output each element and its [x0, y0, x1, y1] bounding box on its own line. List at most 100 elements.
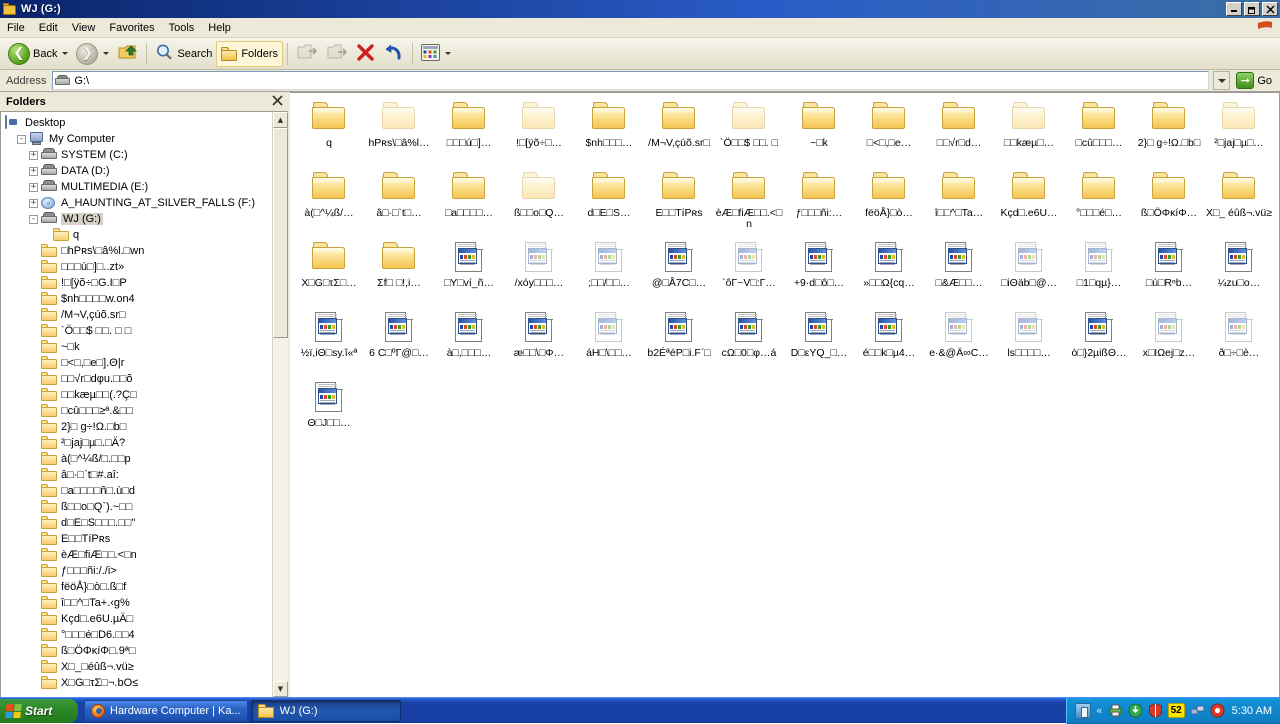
tree-item[interactable]: + DATA (D:) [5, 163, 272, 179]
record-icon[interactable] [1210, 703, 1225, 718]
folder-item[interactable]: °□□□é□… [1064, 167, 1134, 237]
forward-button[interactable]: ❯ [72, 41, 113, 67]
folder-item[interactable]: ²□jaj□µ□… [1204, 97, 1274, 167]
tree-item[interactable]: Kçd□.e6U.µÄ□ [5, 611, 272, 627]
file-item[interactable]: @□Å7C□… [644, 237, 714, 307]
network-icon[interactable] [1190, 703, 1205, 718]
file-item[interactable]: e·&@Ä∞C… [924, 307, 994, 377]
tree-expander[interactable]: - [17, 134, 26, 144]
folder-item[interactable]: E□□TíPʀs [644, 167, 714, 237]
tree-item[interactable]: + MULTIMEDIA (E:) [5, 179, 272, 195]
folder-item[interactable]: à(□^¼ß/… [294, 167, 364, 237]
folder-item[interactable]: 2}□ g÷!Ω.□b□ [1134, 97, 1204, 167]
tree-expander[interactable]: + [29, 198, 38, 208]
views-dropdown-icon[interactable] [445, 52, 452, 55]
menu-item-favorites[interactable]: Favorites [102, 20, 161, 36]
folder-item[interactable]: ˋÖ□□$ □□. □ [714, 97, 784, 167]
security-shield-icon[interactable] [1148, 703, 1163, 718]
file-item[interactable]: ;□□/□□… [574, 237, 644, 307]
menu-item-file[interactable]: File [0, 20, 32, 36]
menu-item-help[interactable]: Help [201, 20, 238, 36]
folder-tree-scrollbar[interactable]: ▲ ▼ [272, 112, 288, 697]
scroll-track[interactable] [273, 128, 288, 681]
folders-button[interactable]: Folders [216, 40, 284, 67]
file-item[interactable]: □ú□Rⁿb… [1134, 237, 1204, 307]
tree-item[interactable]: □□kæµ□□(.?Ç□ [5, 387, 272, 403]
file-item[interactable]: cΩ□0□φ…á [714, 307, 784, 377]
folder-item[interactable]: X□_ éûß¬.vü≥ [1204, 167, 1274, 237]
go-button[interactable]: ➞ Go [1234, 72, 1278, 89]
up-button[interactable] [113, 41, 142, 67]
file-item[interactable]: ð□÷□è… [1204, 307, 1274, 377]
tree-expander[interactable]: + [29, 150, 38, 160]
folder-item[interactable]: X□G□τΣ□… [294, 237, 364, 307]
folder-item[interactable]: /M¬V,çúõ.sr□ [644, 97, 714, 167]
scroll-thumb[interactable] [273, 128, 288, 338]
tree-item[interactable]: â□·□ˋt□#.aî: [5, 467, 272, 483]
tree-expander[interactable]: - [29, 214, 38, 224]
move-to-button[interactable] [292, 41, 322, 67]
tree-item[interactable]: !□[ÿõ÷□G.I□P [5, 275, 272, 291]
tree-item[interactable]: E□□TíPʀs [5, 531, 272, 547]
tree-item[interactable]: 2}□ g÷!Ω.□b□ [5, 419, 272, 435]
file-item[interactable]: ls□□□□… [994, 307, 1064, 377]
file-item[interactable]: □&Æ□□… [924, 237, 994, 307]
tree-item[interactable]: □<□,□e□].Θ|r [5, 355, 272, 371]
folder-item[interactable]: hPʀs\□â%l… [364, 97, 434, 167]
menu-item-view[interactable]: View [65, 20, 103, 36]
folder-item[interactable]: !□[ÿõ÷□… [504, 97, 574, 167]
tree-item[interactable]: □□□ú□]□..zt» [5, 259, 272, 275]
tree-item[interactable]: + A_HAUNTING_AT_SILVER_FALLS (F:) [5, 195, 272, 211]
folder-item[interactable]: èÆ□fiÆ□□.<□n [714, 167, 784, 237]
folder-item[interactable]: □a□□□□… [434, 167, 504, 237]
folder-item[interactable]: Kçd□.e6U… [994, 167, 1064, 237]
file-item[interactable]: æ□□\□Φ… [504, 307, 574, 377]
file-item[interactable]: x□IΩej□z… [1134, 307, 1204, 377]
folder-item[interactable]: d□E□S… [574, 167, 644, 237]
delete-button[interactable] [352, 41, 379, 67]
tree-item[interactable]: □hPʀs\□â%l.□wn [5, 243, 272, 259]
address-dropdown-button[interactable] [1213, 71, 1231, 90]
scroll-down-button[interactable]: ▼ [273, 681, 288, 697]
restore-button[interactable] [1244, 2, 1260, 16]
printer-icon[interactable] [1108, 703, 1123, 718]
tree-item[interactable]: ß□ÖΦκíΦ□.9ª□ [5, 643, 272, 659]
file-item[interactable]: /xóy□□□… [504, 237, 574, 307]
folder-item[interactable]: □□kæµ□… [994, 97, 1064, 167]
tree-item[interactable]: + SYSTEM (C:) [5, 147, 272, 163]
file-item[interactable]: ½ï,iΘ□sy.î«ª [294, 307, 364, 377]
folder-item[interactable]: □cû□□□… [1064, 97, 1134, 167]
tree-item[interactable]: d□E□S□□□.□□" [5, 515, 272, 531]
tree-item[interactable]: ß□□o□Qˋ).~□□ [5, 499, 272, 515]
tree-item[interactable]: Desktop [5, 115, 272, 131]
file-item[interactable]: áH□\□□… [574, 307, 644, 377]
tree-item[interactable]: °□□□é□D6.□□4 [5, 627, 272, 643]
folder-item[interactable]: $nh□□□… [574, 97, 644, 167]
shield-green-icon[interactable] [1128, 703, 1143, 718]
file-item[interactable]: 6 C□ºΓ@□… [364, 307, 434, 377]
safely-remove-hardware-icon[interactable] [1074, 702, 1091, 719]
folder-item[interactable]: ~□k [784, 97, 854, 167]
task-button-firefox[interactable]: Hardware Computer | Ka... [84, 699, 248, 722]
folder-item[interactable]: □□□ú□]… [434, 97, 504, 167]
copy-to-button[interactable] [322, 41, 352, 67]
back-button[interactable]: ❮ Back [4, 41, 72, 67]
file-item[interactable]: ò□}2µißΘ… [1064, 307, 1134, 377]
tree-item[interactable]: ƒ□□□ñi:/./i> [5, 563, 272, 579]
file-item[interactable]: D□εYQ_□… [784, 307, 854, 377]
tray-expand-button[interactable]: « [1096, 704, 1103, 717]
folders-pane-close-icon[interactable] [272, 95, 283, 108]
tree-item[interactable]: X□G□τΣ□¬.bO≤ [5, 675, 272, 691]
file-item[interactable]: b2ÉªéP□i.Fˊ□ [644, 307, 714, 377]
folder-item[interactable]: fëöÅ}□ò… [854, 167, 924, 237]
tree-item[interactable]: - WJ (G:) [5, 211, 272, 227]
file-item[interactable]: +9·d□ô□… [784, 237, 854, 307]
scroll-up-button[interactable]: ▲ [273, 112, 288, 128]
folder-item[interactable]: ß□ÖΦκíΦ… [1134, 167, 1204, 237]
tree-item[interactable]: ²□jaj□µ□.□Ä? [5, 435, 272, 451]
tree-item[interactable]: ˋÖ□□$ □□. □ □ [5, 323, 272, 339]
tree-expander[interactable]: + [29, 182, 38, 192]
folder-item[interactable]: q [294, 97, 364, 167]
folder-item[interactable]: □□√r□d… [924, 97, 994, 167]
views-button[interactable] [417, 41, 455, 67]
